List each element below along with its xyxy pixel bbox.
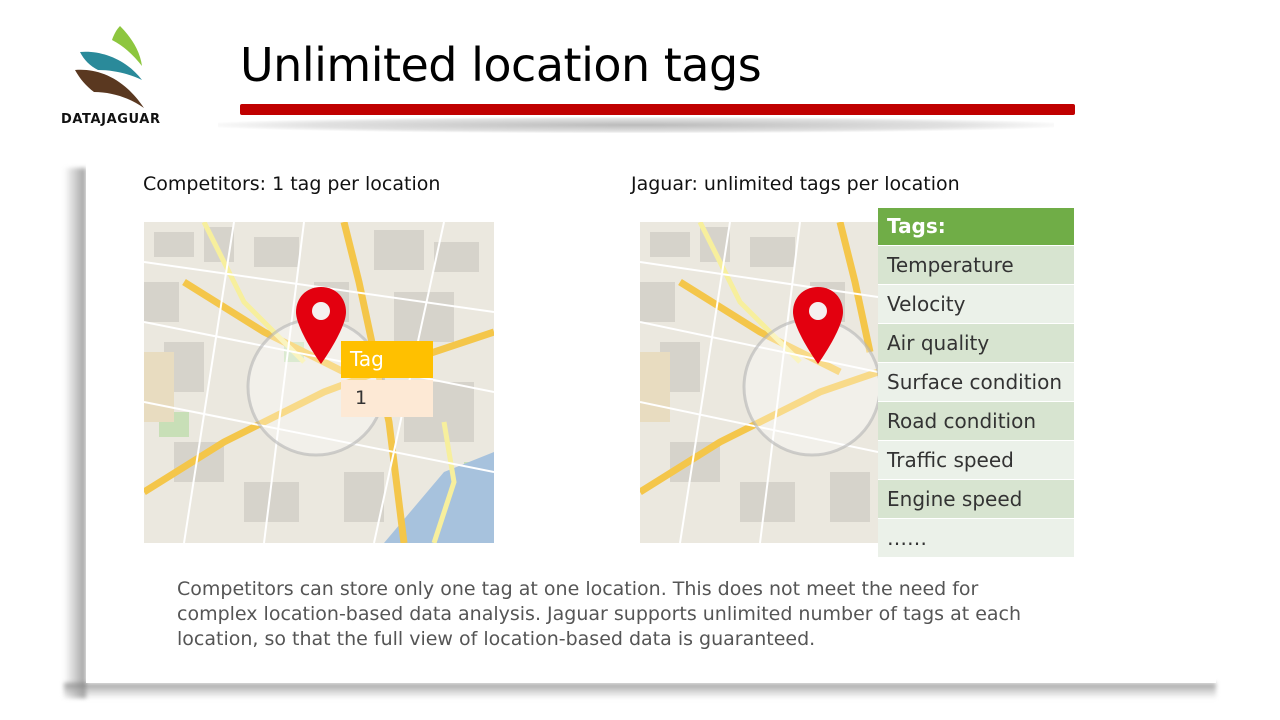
logo-text: DATAJAGUAR [61, 112, 161, 127]
tags-table-row: Surface condition [878, 363, 1074, 402]
tags-table-row: Engine speed [878, 480, 1074, 519]
tags-table-row: Traffic speed [878, 441, 1074, 480]
title-shadow [218, 117, 1054, 133]
map-image-competitors [144, 222, 494, 543]
datajaguar-logo: DATAJAGUAR [56, 22, 176, 132]
caption-jaguar: Jaguar: unlimited tags per location [631, 173, 960, 195]
caption-competitors: Competitors: 1 tag per location [143, 173, 441, 195]
description-text: Competitors can store only one tag at on… [177, 578, 1022, 650]
panel-shadow-bottom [64, 683, 1216, 699]
map-image-jaguar [640, 222, 878, 543]
tags-table-row: Road condition [878, 402, 1074, 441]
title-underline [240, 104, 1075, 115]
tags-table-header: Tags: [878, 208, 1074, 246]
logo-mark-icon [75, 26, 144, 108]
tags-table-row: Temperature [878, 246, 1074, 285]
panel-shadow-left [64, 168, 86, 698]
tags-table-row: …… [878, 519, 1074, 558]
tags-table-row: Air quality [878, 324, 1074, 363]
single-tag-value: 1 [341, 380, 433, 417]
slide-title: Unlimited location tags [240, 38, 762, 92]
tags-table: Tags: Temperature Velocity Air quality S… [878, 208, 1074, 558]
tags-table-row: Velocity [878, 285, 1074, 324]
single-tag-header: Tag [341, 341, 433, 378]
